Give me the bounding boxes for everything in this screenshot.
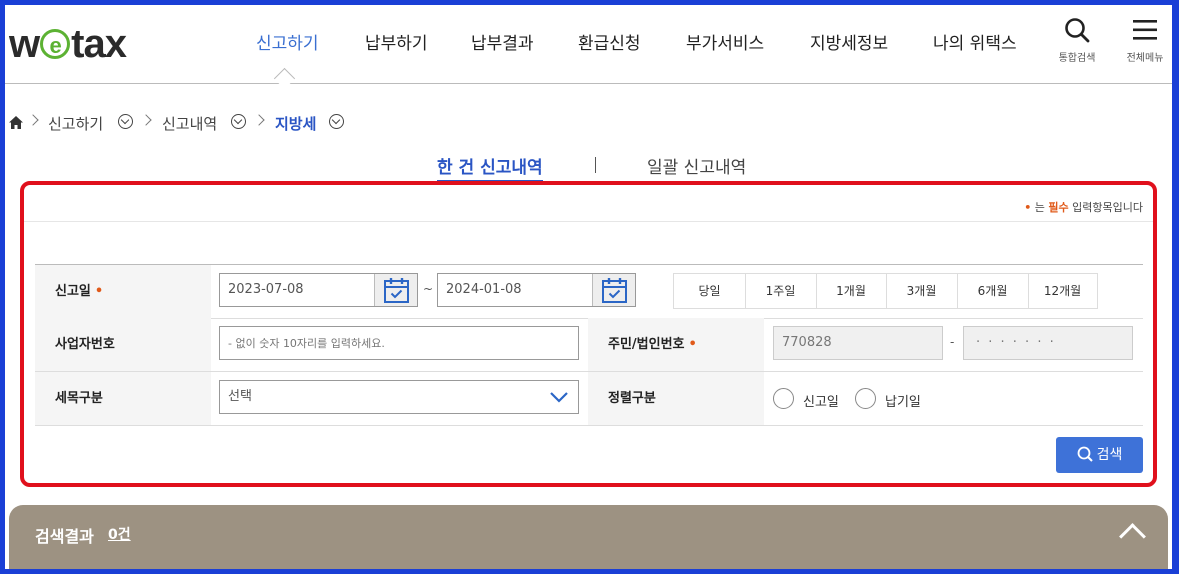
period-12month-button[interactable]: 12개월 <box>1028 274 1097 308</box>
sort-report-date-label[interactable]: 신고일 <box>803 391 839 410</box>
required-dot: • <box>688 337 697 352</box>
search-icon <box>1077 446 1093 462</box>
results-title: 검색결과 <box>35 527 94 546</box>
end-date-calendar-button[interactable] <box>592 274 635 306</box>
tab-single-report[interactable]: 한 건 신고내역 <box>437 153 543 182</box>
nav-local-tax-info[interactable]: 지방세정보 <box>810 29 888 59</box>
breadcrumb-dropdown-icon[interactable] <box>329 114 344 129</box>
active-nav-caret <box>273 67 296 90</box>
nav-payment[interactable]: 납부하기 <box>365 29 428 59</box>
resident-number-label: 주민/법인번호 • <box>588 318 764 371</box>
page-frame: w e tax 신고하기 납부하기 납부결과 환급신청 부가서비스 지방세정보 나의… <box>5 5 1172 569</box>
breadcrumb-dropdown-icon[interactable] <box>231 114 246 129</box>
breadcrumb-chevron-icon <box>27 114 39 126</box>
form-row-report-date: 신고일 • 2023-07-08 ~ 2024-01-08 당일 1주일 1개월 … <box>35 264 1143 319</box>
period-6month-button[interactable]: 6개월 <box>957 274 1029 308</box>
end-date-value: 2024-01-08 <box>446 282 522 297</box>
nav-additional-services[interactable]: 부가서비스 <box>686 29 764 59</box>
required-dot: • <box>1024 201 1032 214</box>
breadcrumb-chevron-icon <box>140 114 152 126</box>
breadcrumb-report-history[interactable]: 신고내역 <box>162 113 217 134</box>
site-header: w e tax 신고하기 납부하기 납부결과 환급신청 부가서비스 지방세정보 나의… <box>5 5 1172 90</box>
sort-due-date-label[interactable]: 납기일 <box>885 391 921 410</box>
start-date-calendar-button[interactable] <box>374 274 417 306</box>
results-count[interactable]: 0건 <box>108 524 131 544</box>
report-date-label-text: 신고일 <box>55 284 91 299</box>
calendar-icon <box>384 278 409 303</box>
resident-number-front-input: 770828 <box>773 326 943 360</box>
tax-type-select[interactable]: 선택 <box>219 380 579 414</box>
required-word: 필수 <box>1048 201 1069 214</box>
search-results-bar[interactable]: 검색결과 0건 <box>9 505 1168 569</box>
resident-number-label-text: 주민/법인번호 <box>608 337 685 352</box>
end-date-input[interactable]: 2024-01-08 <box>437 273 636 307</box>
chevron-down-icon <box>550 392 568 403</box>
calendar-icon <box>602 278 627 303</box>
date-range-tilde: ~ <box>423 282 434 296</box>
start-date-value: 2023-07-08 <box>228 282 304 297</box>
hamburger-menu-icon <box>1133 20 1157 40</box>
nav-payment-result[interactable]: 납부결과 <box>471 29 534 59</box>
sort-label: 정렬구분 <box>588 372 764 425</box>
sort-report-date-radio[interactable] <box>773 388 794 409</box>
nav-refund[interactable]: 환급신청 <box>578 29 641 59</box>
all-menu-label: 전체메뉴 <box>1126 53 1164 64</box>
required-field-note: • 는 필수 입력항목입니다 <box>1024 199 1143 215</box>
period-1month-button[interactable]: 1개월 <box>816 274 887 308</box>
nav-my-wetax[interactable]: 나의 위택스 <box>933 29 1017 59</box>
tab-bulk-report[interactable]: 일괄 신고내역 <box>647 153 746 178</box>
period-button-group: 당일 1주일 1개월 3개월 6개월 12개월 <box>673 273 1098 309</box>
resident-number-back-input: · · · · · · · <box>963 326 1133 360</box>
panel-divider <box>24 221 1153 222</box>
logo-text-tax: tax <box>71 22 127 66</box>
breadcrumb-chevron-icon <box>253 114 265 126</box>
all-menu-button[interactable]: 전체메뉴 <box>1115 17 1172 64</box>
breadcrumb-dropdown-icon[interactable] <box>118 114 133 129</box>
form-row-tax-sort: 세목구분 선택 정렬구분 신고일 납기일 <box>35 372 1143 426</box>
report-date-label: 신고일 • <box>35 265 211 318</box>
nav-report[interactable]: 신고하기 <box>256 29 319 59</box>
search-icon <box>1065 18 1090 43</box>
tax-type-selected-value: 선택 <box>228 389 252 404</box>
business-number-label: 사업자번호 <box>35 318 211 371</box>
period-1week-button[interactable]: 1주일 <box>745 274 817 308</box>
search-button-label: 검색 <box>1096 447 1123 463</box>
search-button[interactable]: 검색 <box>1056 437 1143 473</box>
required-note-pre: 는 <box>1034 201 1049 214</box>
total-search-label: 통합검색 <box>1058 53 1096 64</box>
required-dot: • <box>94 284 104 299</box>
wetax-logo[interactable]: w e tax <box>9 22 127 67</box>
form-row-identifiers: 사업자번호 주민/법인번호• 770828 - · · · · · · · <box>35 318 1143 372</box>
resident-number-dash: - <box>950 335 955 349</box>
business-number-input[interactable] <box>219 326 579 360</box>
search-form-panel: • 는 필수 입력항목입니다 신고일 • 2023-07-08 ~ 2024-01… <box>20 181 1157 487</box>
period-3month-button[interactable]: 3개월 <box>886 274 958 308</box>
period-today-button[interactable]: 당일 <box>674 274 746 308</box>
required-note-post: 입력항목입니다 <box>1068 201 1143 214</box>
chevron-up-icon[interactable] <box>1119 523 1146 550</box>
breadcrumb-report[interactable]: 신고하기 <box>48 113 103 134</box>
logo-text-w: w <box>9 22 40 66</box>
breadcrumb-local-tax[interactable]: 지방세 <box>275 113 316 134</box>
start-date-input[interactable]: 2023-07-08 <box>219 273 418 307</box>
total-search-button[interactable]: 통합검색 <box>1047 17 1107 64</box>
sort-due-date-radio[interactable] <box>855 388 876 409</box>
tax-type-label: 세목구분 <box>35 372 211 425</box>
logo-text-e: e <box>40 29 71 59</box>
tab-divider <box>595 157 596 173</box>
home-icon[interactable] <box>8 115 24 130</box>
